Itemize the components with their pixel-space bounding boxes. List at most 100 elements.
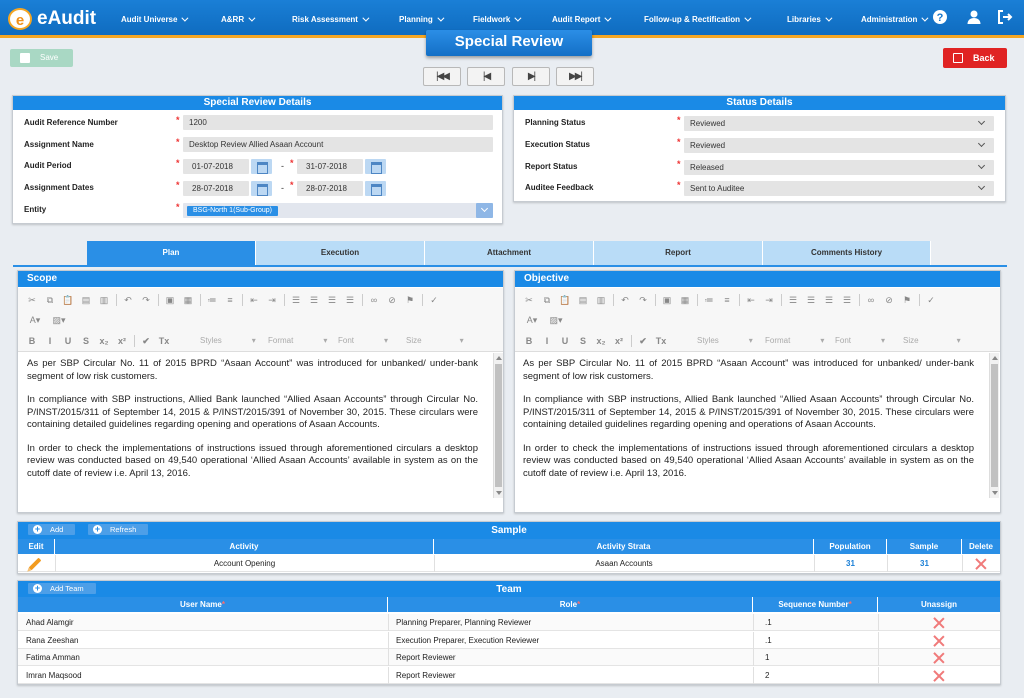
auditee-feedback-select[interactable]: Sent to Auditee xyxy=(684,181,994,196)
nav-arr[interactable]: A&RR xyxy=(221,14,256,24)
refresh-button[interactable]: + Refresh xyxy=(88,524,149,535)
link-icon[interactable]: ∞ xyxy=(368,294,380,306)
scroll-thumb[interactable] xyxy=(991,364,998,487)
outdent-icon[interactable]: ⇤ xyxy=(248,294,260,306)
tab-execution[interactable]: Execution xyxy=(256,241,425,265)
align-center-icon[interactable]: ☰ xyxy=(308,294,320,306)
first-record-icon[interactable]: |◀◀ xyxy=(423,67,461,86)
numbered-list-icon[interactable]: ≔ xyxy=(206,294,218,306)
subscript-icon[interactable]: x₂ xyxy=(595,335,607,347)
save-button[interactable]: Save xyxy=(10,49,73,67)
planning-status-select[interactable]: Reviewed xyxy=(684,116,994,131)
assignment-dates-to-field[interactable]: 28-07-2018 xyxy=(297,181,363,196)
calendar-icon[interactable] xyxy=(251,159,272,174)
font-dropdown[interactable]: Font ▾ xyxy=(835,336,885,345)
styles-dropdown[interactable]: Styles ▾ xyxy=(697,336,753,345)
bg-color-icon[interactable]: ▨▾ xyxy=(50,314,68,326)
objective-scrollbar[interactable] xyxy=(989,353,999,498)
underline-icon[interactable]: U xyxy=(559,335,571,347)
bullet-list-icon[interactable]: ≡ xyxy=(721,294,733,306)
unassign-icon[interactable] xyxy=(933,617,945,629)
image-icon[interactable]: ▣ xyxy=(661,294,673,306)
entity-chip[interactable]: BSG-North 1(Sub-Group) xyxy=(187,206,278,216)
next-record-icon[interactable]: ▶| xyxy=(512,67,550,86)
entity-dropdown-button[interactable] xyxy=(476,203,493,218)
audit-period-to-field[interactable]: 31-07-2018 xyxy=(297,159,363,174)
back-button[interactable]: Back xyxy=(943,48,1007,68)
nav-administration[interactable]: Administration xyxy=(861,14,929,24)
anchor-icon[interactable]: ⚑ xyxy=(404,294,416,306)
align-right-icon[interactable]: ☰ xyxy=(326,294,338,306)
objective-editor-content[interactable]: As per SBP Circular No. 11 of 2015 BPRD … xyxy=(523,358,974,503)
paste-icon[interactable]: 📋 xyxy=(62,294,74,306)
underline-icon[interactable]: U xyxy=(62,335,74,347)
paste-icon[interactable]: 📋 xyxy=(559,294,571,306)
audit-period-from-field[interactable]: 01-07-2018 xyxy=(183,159,249,174)
align-center-icon[interactable]: ☰ xyxy=(805,294,817,306)
calendar-icon[interactable] xyxy=(365,159,386,174)
add-team-button[interactable]: + Add Team xyxy=(28,583,96,594)
cut-icon[interactable]: ✂ xyxy=(523,294,535,306)
bg-color-icon[interactable]: ▨▾ xyxy=(547,314,565,326)
delete-icon[interactable] xyxy=(975,558,987,570)
italic-icon[interactable]: I xyxy=(44,335,56,347)
calendar-icon[interactable] xyxy=(365,181,386,196)
assignment-name-field[interactable]: Desktop Review Allied Asaan Account xyxy=(183,137,493,152)
outdent-icon[interactable]: ⇤ xyxy=(745,294,757,306)
help-icon[interactable]: ? xyxy=(932,9,948,25)
size-dropdown[interactable]: Size ▾ xyxy=(903,336,961,345)
copy-icon[interactable]: ⧉ xyxy=(541,294,553,306)
report-status-select[interactable]: Released xyxy=(684,160,994,175)
scroll-up-icon[interactable] xyxy=(992,356,998,360)
nav-fieldwork[interactable]: Fieldwork xyxy=(473,14,522,24)
scope-editor-content[interactable]: As per SBP Circular No. 11 of 2015 BPRD … xyxy=(27,358,478,503)
audit-ref-field[interactable]: 1200 xyxy=(183,115,493,130)
clear-icon[interactable]: Tx xyxy=(158,335,170,347)
anchor-icon[interactable]: ⚑ xyxy=(901,294,913,306)
bullet-list-icon[interactable]: ≡ xyxy=(224,294,236,306)
unassign-icon[interactable] xyxy=(933,670,945,682)
unlink-icon[interactable]: ⊘ xyxy=(386,294,398,306)
calendar-icon[interactable] xyxy=(251,181,272,196)
numbered-list-icon[interactable]: ≔ xyxy=(703,294,715,306)
clear-icon[interactable]: Tx xyxy=(655,335,667,347)
justify-icon[interactable]: ☰ xyxy=(841,294,853,306)
unlink-icon[interactable]: ⊘ xyxy=(883,294,895,306)
tab-attachment[interactable]: Attachment xyxy=(425,241,594,265)
remove-format-icon[interactable]: ✔ xyxy=(140,335,152,347)
bold-icon[interactable]: B xyxy=(26,335,38,347)
font-dropdown[interactable]: Font ▾ xyxy=(338,336,388,345)
text-color-icon[interactable]: A▾ xyxy=(26,314,44,326)
scroll-thumb[interactable] xyxy=(495,364,502,487)
logout-icon[interactable] xyxy=(997,9,1013,25)
scroll-down-icon[interactable] xyxy=(496,491,502,495)
population-link[interactable]: 31 xyxy=(814,555,887,572)
cut-icon[interactable]: ✂ xyxy=(26,294,38,306)
sample-link[interactable]: 31 xyxy=(887,555,962,572)
paste-text-icon[interactable]: ▤ xyxy=(80,294,92,306)
execution-status-select[interactable]: Reviewed xyxy=(684,138,994,153)
redo-icon[interactable]: ↷ xyxy=(140,294,152,306)
unassign-icon[interactable] xyxy=(933,652,945,664)
spell-check-icon[interactable]: ✓ xyxy=(925,294,937,306)
spell-check-icon[interactable]: ✓ xyxy=(428,294,440,306)
user-icon[interactable] xyxy=(966,9,982,25)
add-sample-button[interactable]: + Add xyxy=(28,524,76,535)
format-dropdown[interactable]: Format ▾ xyxy=(268,336,327,345)
tab-comments-history[interactable]: Comments History xyxy=(763,241,931,265)
superscript-icon[interactable]: x² xyxy=(116,335,128,347)
undo-icon[interactable]: ↶ xyxy=(619,294,631,306)
image-icon[interactable]: ▣ xyxy=(164,294,176,306)
undo-icon[interactable]: ↶ xyxy=(122,294,134,306)
tab-report[interactable]: Report xyxy=(594,241,763,265)
align-left-icon[interactable]: ☰ xyxy=(290,294,302,306)
text-color-icon[interactable]: A▾ xyxy=(523,314,541,326)
format-dropdown[interactable]: Format ▾ xyxy=(765,336,824,345)
nav-follow-up[interactable]: Follow-up & Rectification xyxy=(644,14,752,24)
table-icon[interactable]: ▦ xyxy=(182,294,194,306)
assignment-dates-from-field[interactable]: 28-07-2018 xyxy=(183,181,249,196)
remove-format-icon[interactable]: ✔ xyxy=(637,335,649,347)
unassign-icon[interactable] xyxy=(933,635,945,647)
copy-icon[interactable]: ⧉ xyxy=(44,294,56,306)
link-icon[interactable]: ∞ xyxy=(865,294,877,306)
